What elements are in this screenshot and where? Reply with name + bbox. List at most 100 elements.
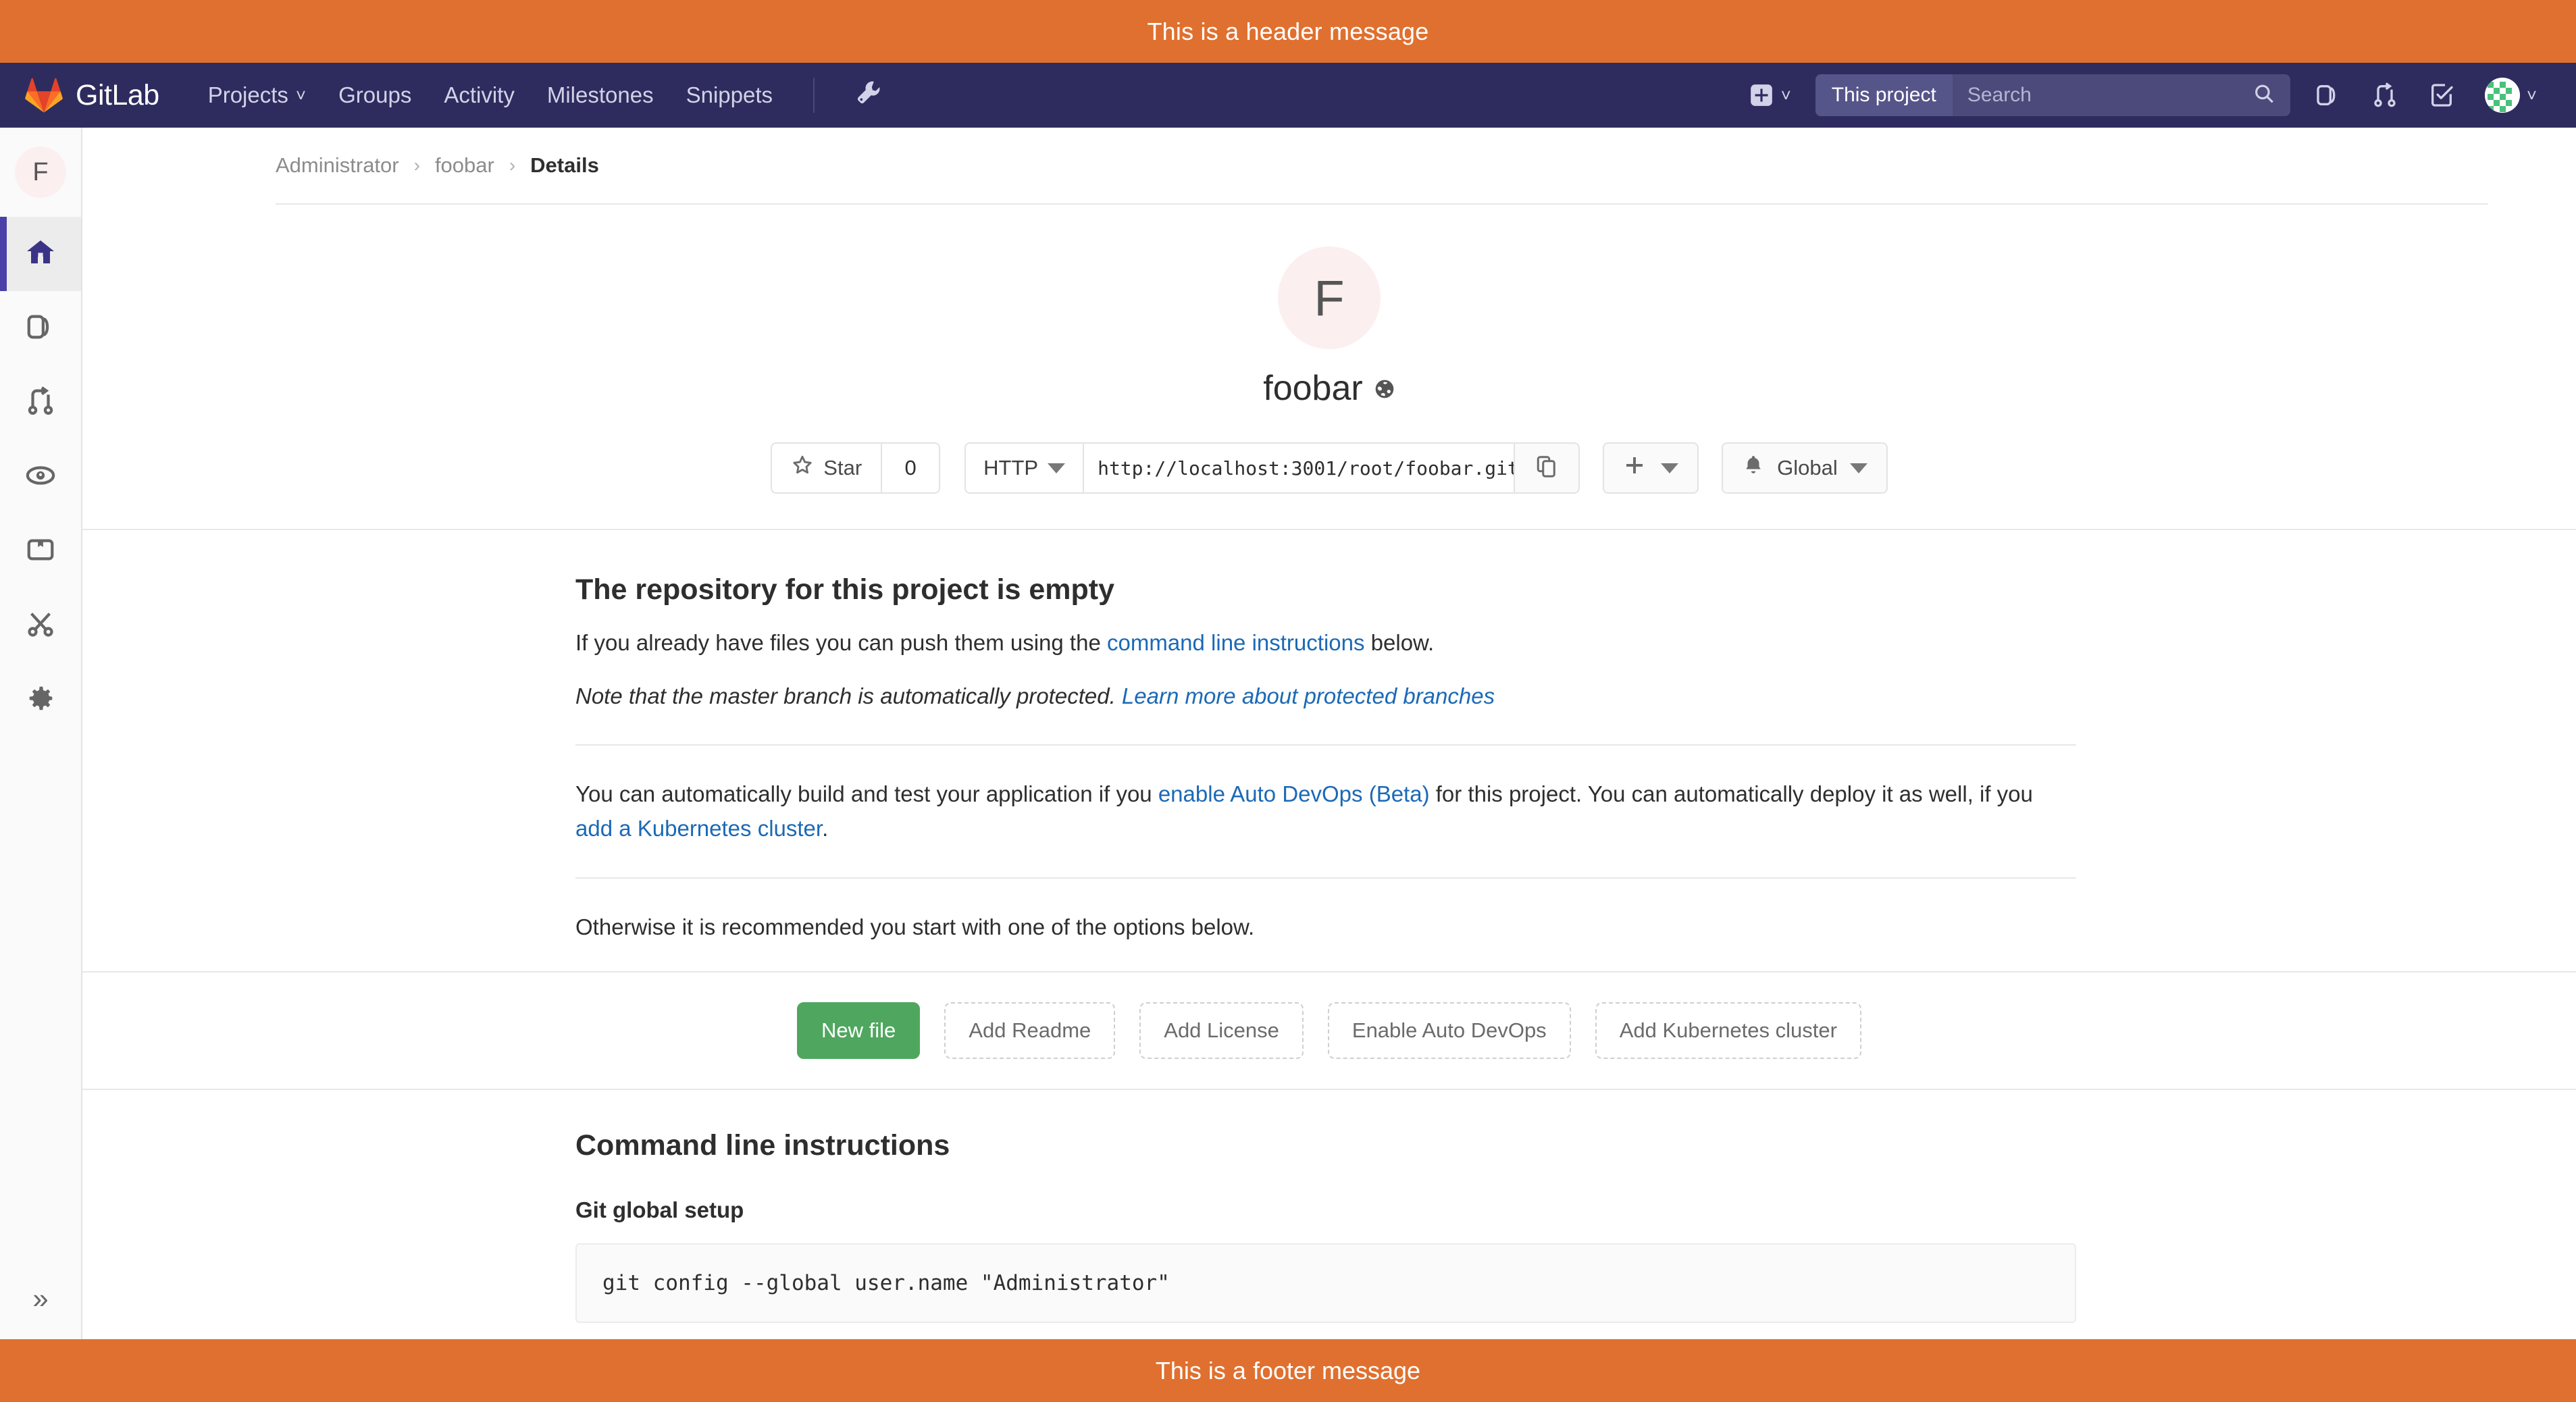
breadcrumb-item-details: Details	[530, 153, 599, 177]
star-button[interactable]: Star	[771, 442, 881, 494]
main-content: Administrator › foobar › Details F fooba…	[82, 128, 2576, 1339]
breadcrumb-item-foobar[interactable]: foobar	[435, 153, 494, 178]
sidebar-item-merge-requests[interactable]	[0, 365, 81, 440]
caret-down-icon	[1048, 463, 1066, 473]
notification-settings-dropdown[interactable]: Global	[1722, 442, 1888, 494]
copy-url-button[interactable]	[1515, 442, 1580, 494]
cli-code-block[interactable]: git config --global user.name "Administr…	[575, 1243, 2076, 1324]
issues-nav-button[interactable]	[2300, 63, 2356, 128]
command-line-instructions-section: Command line instructions Git global set…	[82, 1090, 2576, 1324]
merge-requests-icon	[25, 386, 56, 420]
empty-repo-options-row: New file Add Readme Add License Enable A…	[82, 972, 2576, 1089]
breadcrumb-item-administrator[interactable]: Administrator	[276, 153, 399, 178]
broadcast-header-text: This is a header message	[1147, 17, 1429, 45]
avatar	[2484, 78, 2520, 113]
copy-icon	[1535, 455, 1559, 482]
sidebar-item-settings[interactable]	[0, 663, 81, 737]
protected-branch-note: Note that the master branch is automatic…	[575, 679, 2076, 713]
nav-link-milestones[interactable]: Milestones	[531, 63, 670, 128]
nav-link-projects-label: Projects	[207, 82, 288, 107]
chevron-down-icon: ˅	[1780, 85, 1791, 105]
collapse-sidebar-button[interactable]: »	[0, 1258, 81, 1339]
push-instructions-post: below.	[1364, 630, 1435, 655]
empty-repo-panel: The repository for this project is empty…	[82, 530, 2576, 1324]
merge-requests-nav-button[interactable]	[2356, 63, 2413, 128]
nav-link-activity-label: Activity	[444, 82, 515, 107]
project-avatar: F	[1278, 246, 1381, 349]
sidebar-item-issues[interactable]	[0, 291, 81, 365]
broadcast-header-message: This is a header message	[0, 0, 2576, 63]
nav-link-groups-label: Groups	[338, 82, 412, 107]
nav-link-projects[interactable]: Projects ˅	[192, 63, 322, 128]
empty-repo-rule-1	[575, 744, 2076, 746]
rail-project-avatar: F	[15, 147, 66, 198]
project-create-dropdown[interactable]	[1603, 442, 1699, 494]
double-chevron-right-icon: »	[32, 1282, 49, 1314]
rail-project-avatar-initial: F	[32, 157, 49, 186]
search-input[interactable]	[1967, 84, 2275, 107]
gitlab-logo-link[interactable]: GitLab	[0, 76, 159, 114]
todos-nav-button[interactable]	[2413, 63, 2470, 128]
star-count[interactable]: 0	[881, 442, 941, 494]
breadcrumb-separator: ›	[413, 155, 420, 176]
scissors-icon	[25, 608, 56, 643]
plus-square-icon	[1749, 82, 1774, 108]
home-icon	[24, 236, 57, 272]
auto-devops-text: You can automatically build and test you…	[575, 777, 2076, 846]
gitlab-brand-text: GitLab	[76, 78, 159, 111]
sidebar-item-ci-cd[interactable]	[0, 440, 81, 514]
page-title: foobar	[1263, 368, 1395, 409]
rocket-icon	[25, 460, 56, 494]
new-file-button[interactable]: New file	[797, 1002, 921, 1059]
add-kubernetes-cluster-button[interactable]: Add Kubernetes cluster	[1595, 1002, 1861, 1059]
sidebar-item-repository[interactable]	[0, 514, 81, 588]
new-dropdown-button[interactable]: ˅	[1734, 63, 1806, 128]
broadcast-footer-text: This is a footer message	[1155, 1356, 1421, 1384]
search-group: This project	[1815, 74, 2290, 116]
nav-link-groups[interactable]: Groups	[322, 63, 428, 128]
chevron-down-icon: ˅	[2526, 85, 2537, 105]
search-icon[interactable]	[2252, 82, 2275, 109]
user-menu-button[interactable]: ˅	[2470, 63, 2552, 128]
clone-protocol-dropdown[interactable]: HTTP	[964, 442, 1083, 494]
rail-project-avatar-wrap[interactable]: F	[0, 128, 81, 217]
nav-link-activity[interactable]: Activity	[428, 63, 531, 128]
clone-url-value: http://localhost:3001/root/foobar.git	[1098, 457, 1516, 479]
sidebar-item-snippets[interactable]	[0, 588, 81, 663]
chevron-down-icon: ˅	[295, 85, 307, 105]
merge-requests-icon	[2371, 82, 2398, 109]
empty-repo-heading: The repository for this project is empty	[575, 573, 1115, 606]
clone-url-group: HTTP http://localhost:3001/root/foobar.g…	[964, 442, 1580, 494]
command-line-instructions-link[interactable]: command line instructions	[1107, 630, 1365, 655]
bell-icon	[1742, 454, 1765, 482]
auto-devops-pre: You can automatically build and test you…	[575, 781, 1158, 807]
auto-devops-mid: for this project. You can automatically …	[1429, 781, 2033, 807]
caret-down-icon	[1661, 463, 1679, 473]
todos-icon	[2428, 82, 2455, 109]
project-avatar-initial: F	[1314, 269, 1345, 326]
project-action-row: Star 0 HTTP http://localhost:3001/root/f…	[771, 442, 1888, 494]
add-readme-button[interactable]: Add Readme	[944, 1002, 1116, 1059]
plus-icon	[1623, 454, 1646, 482]
caret-down-icon	[1849, 463, 1867, 473]
enable-auto-devops-button[interactable]: Enable Auto DevOps	[1327, 1002, 1571, 1059]
auto-devops-post: .	[822, 816, 829, 841]
nav-link-snippets[interactable]: Snippets	[670, 63, 789, 128]
add-license-button[interactable]: Add License	[1139, 1002, 1304, 1059]
search-scope-badge[interactable]: This project	[1815, 74, 1953, 116]
project-name: foobar	[1263, 369, 1363, 408]
sidebar-item-project-home[interactable]	[0, 217, 81, 291]
clone-url-input[interactable]: http://localhost:3001/root/foobar.git	[1083, 442, 1516, 494]
breadcrumb: Administrator › foobar › Details	[82, 128, 2576, 203]
globe-icon	[1374, 368, 1395, 409]
top-navbar: GitLab Projects ˅ Groups Activity Milest…	[0, 63, 2576, 128]
star-button-label: Star	[823, 456, 862, 479]
otherwise-text: Otherwise it is recommended you start wi…	[575, 914, 1255, 939]
add-kubernetes-cluster-link[interactable]: add a Kubernetes cluster	[575, 816, 822, 841]
admin-area-link[interactable]	[839, 63, 898, 128]
notification-label: Global	[1777, 456, 1838, 479]
wrench-icon	[855, 79, 882, 111]
enable-auto-devops-link[interactable]: enable Auto DevOps (Beta)	[1158, 781, 1430, 806]
protected-branches-link[interactable]: Learn more about protected branches	[1122, 683, 1495, 708]
empty-repo-rule-2	[575, 877, 2076, 879]
